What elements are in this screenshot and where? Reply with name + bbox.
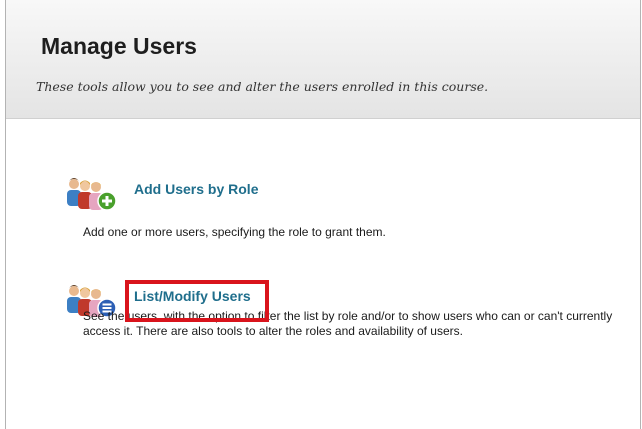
highlight-annotation-box	[125, 280, 269, 322]
add-users-by-role-description: Add one or more users, specifying the ro…	[83, 225, 386, 239]
page-header: Manage Users These tools allow you to se…	[6, 0, 640, 119]
page-subtitle: These tools allow you to see and alter t…	[36, 79, 489, 94]
page-title: Manage Users	[41, 33, 197, 59]
users-add-icon[interactable]	[66, 176, 130, 214]
add-users-by-role-link[interactable]: Add Users by Role	[134, 181, 258, 197]
manage-users-panel: Manage Users These tools allow you to se…	[5, 0, 641, 429]
